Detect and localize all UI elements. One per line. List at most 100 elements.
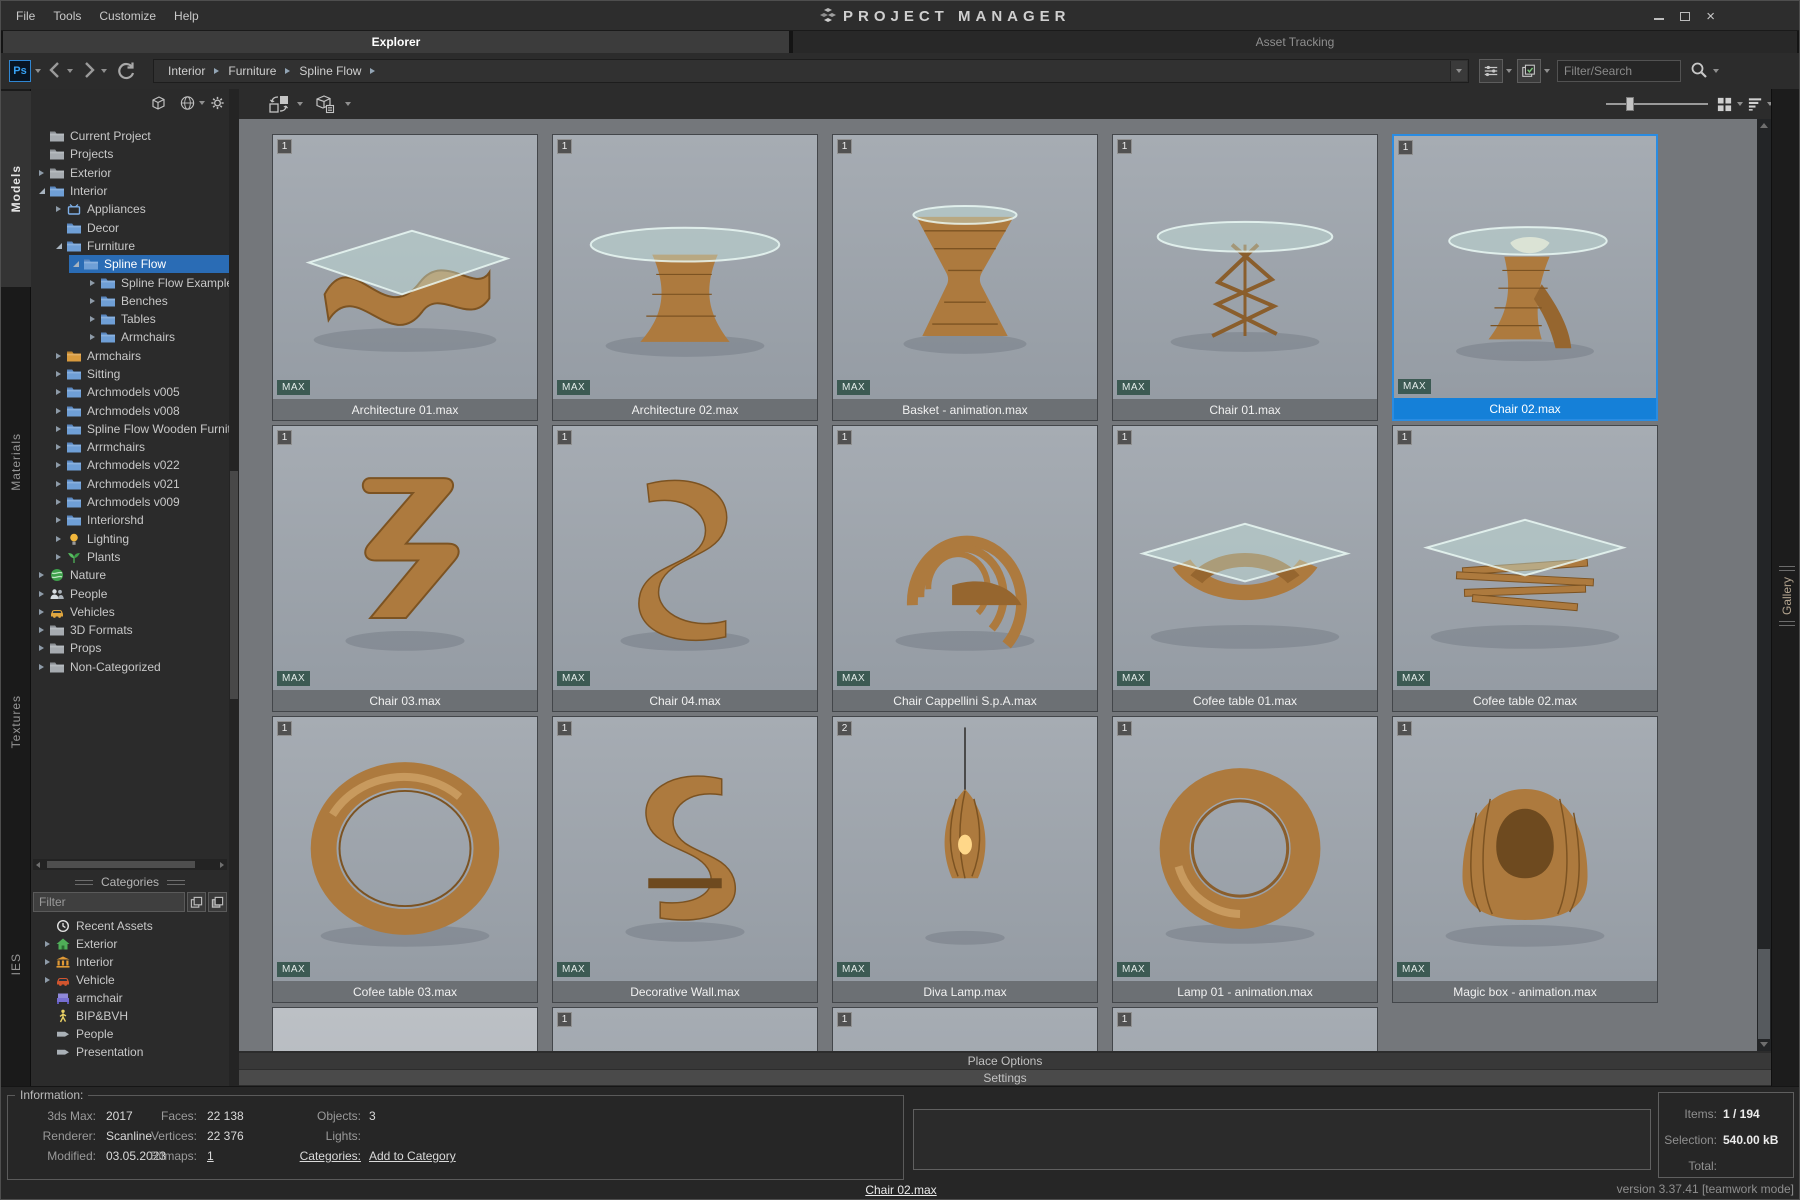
- tab-asset-tracking[interactable]: Asset Tracking: [793, 31, 1797, 53]
- breadcrumb-item[interactable]: Spline Flow: [293, 64, 367, 78]
- expand-arrow-icon[interactable]: [35, 645, 48, 651]
- back-button[interactable]: [47, 61, 63, 79]
- asset-card-chair-04-max[interactable]: 1MAXChair 04.max: [552, 425, 818, 712]
- expand-arrow-icon[interactable]: [35, 572, 48, 578]
- tree-item-3d-formats[interactable]: 3D Formats: [31, 621, 229, 639]
- sort-icon[interactable]: [1747, 96, 1764, 112]
- expand-arrow-icon[interactable]: [86, 298, 99, 304]
- grid-vertical-scrollbar[interactable]: [1757, 119, 1771, 1051]
- tab-gallery[interactable]: Gallery: [1772, 521, 1800, 671]
- add-to-category-link[interactable]: Add to Category: [369, 1149, 456, 1163]
- asset-card-decorative-wall-max[interactable]: 1MAXDecorative Wall.max: [552, 716, 818, 1003]
- asset-card[interactable]: 1: [832, 1007, 1098, 1051]
- merge-dropdown-icon[interactable]: [345, 102, 351, 106]
- asset-card-architecture-02-max[interactable]: 1MAXArchitecture 02.max: [552, 134, 818, 421]
- scroll-right-icon[interactable]: [220, 862, 224, 868]
- back-dropdown-icon[interactable]: [67, 69, 73, 73]
- categories-filter-input[interactable]: [33, 892, 185, 912]
- tree-item-furniture[interactable]: Furniture: [31, 237, 229, 255]
- category-item-people[interactable]: People: [31, 1025, 229, 1043]
- slider-thumb[interactable]: [1626, 97, 1634, 111]
- tree-item-props[interactable]: Props: [31, 639, 229, 657]
- ps-dropdown-icon[interactable]: [35, 69, 41, 73]
- forward-button[interactable]: [81, 61, 97, 79]
- tree-item-spline-flow-wooden-furniture[interactable]: Spline Flow Wooden Furniture: [31, 420, 229, 438]
- view-dropdown-icon[interactable]: [1737, 102, 1743, 106]
- expand-arrow-icon[interactable]: [41, 941, 54, 947]
- tree-item-appliances[interactable]: Appliances: [31, 200, 229, 218]
- expand-arrow-icon[interactable]: [35, 591, 48, 597]
- categories-header[interactable]: Categories: [31, 875, 229, 889]
- batch-select-button[interactable]: [1517, 59, 1541, 83]
- thumbnail-size-slider[interactable]: [1606, 103, 1708, 105]
- asset-card-magic-box-animation-max[interactable]: 1MAXMagic box - animation.max: [1392, 716, 1658, 1003]
- scrollbar-thumb[interactable]: [230, 471, 238, 699]
- expand-arrow-icon[interactable]: [35, 170, 48, 176]
- tree-item-lighting[interactable]: Lighting: [31, 530, 229, 548]
- gear-icon[interactable]: [209, 95, 226, 111]
- tree-item-archmodels-v021[interactable]: Archmodels v021: [31, 475, 229, 493]
- category-item-vehicle[interactable]: Vehicle: [31, 971, 229, 989]
- expand-arrow-icon[interactable]: [86, 280, 99, 286]
- merge-model-icon[interactable]: [313, 93, 337, 115]
- expand-arrow-icon[interactable]: [52, 243, 65, 249]
- tree-item-sitting[interactable]: Sitting: [31, 365, 229, 383]
- tree-item-decor[interactable]: Decor: [31, 218, 229, 236]
- expand-arrow-icon[interactable]: [52, 444, 65, 450]
- menu-tools[interactable]: Tools: [44, 5, 90, 27]
- category-item-exterior[interactable]: Exterior: [31, 935, 229, 953]
- expand-arrow-icon[interactable]: [41, 977, 54, 983]
- minimize-button[interactable]: [1654, 18, 1664, 20]
- grid-view-icon[interactable]: [1716, 96, 1733, 112]
- asset-card-cofee-table-03-max[interactable]: 1MAXCofee table 03.max: [272, 716, 538, 1003]
- breadcrumb-item[interactable]: Furniture: [222, 64, 282, 78]
- place-options-bar[interactable]: Place Options: [239, 1053, 1771, 1069]
- preview-cube-icon[interactable]: [149, 95, 167, 111]
- search-dropdown-icon[interactable]: [1713, 69, 1719, 73]
- expand-arrow-icon[interactable]: [69, 261, 82, 267]
- asset-card-architecture-01-max[interactable]: 1MAXArchitecture 01.max: [272, 134, 538, 421]
- expand-arrow-icon[interactable]: [52, 353, 65, 359]
- expand-arrow-icon[interactable]: [52, 371, 65, 377]
- asset-card-lamp-01-animation-max[interactable]: 1MAXLamp 01 - animation.max: [1112, 716, 1378, 1003]
- asset-card[interactable]: 1: [552, 1007, 818, 1051]
- expand-arrow-icon[interactable]: [52, 206, 65, 212]
- filter-options-button[interactable]: [1479, 59, 1503, 83]
- tree-item-plants[interactable]: Plants: [31, 548, 229, 566]
- breadcrumb-dropdown-button[interactable]: [1450, 61, 1467, 81]
- network-dropdown-icon[interactable]: [199, 101, 205, 105]
- maximize-button[interactable]: [1680, 12, 1690, 21]
- match-mode-alt-button[interactable]: [208, 892, 227, 912]
- tab-models[interactable]: Models: [1, 91, 31, 287]
- forward-dropdown-icon[interactable]: [101, 69, 107, 73]
- category-item-presentation[interactable]: Presentation: [31, 1043, 229, 1061]
- tree-item-benches[interactable]: Benches: [31, 292, 229, 310]
- tab-ies[interactable]: IES: [1, 934, 31, 994]
- tree-item-vehicles[interactable]: Vehicles: [31, 603, 229, 621]
- expand-arrow-icon[interactable]: [52, 426, 65, 432]
- tree-item-armchairs[interactable]: Armchairs: [31, 347, 229, 365]
- tree-item-interior[interactable]: Interior: [31, 182, 229, 200]
- expand-arrow-icon[interactable]: [86, 334, 99, 340]
- selected-file-link[interactable]: Chair 02.max: [865, 1183, 936, 1197]
- expand-arrow-icon[interactable]: [35, 664, 48, 670]
- tree-item-spline-flow[interactable]: Spline Flow: [31, 255, 229, 273]
- tree-item-non-categorized[interactable]: Non-Categorized: [31, 658, 229, 676]
- expand-arrow-icon[interactable]: [52, 389, 65, 395]
- info-label[interactable]: Categories:: [246, 1149, 361, 1163]
- tree-item-spline-flow-example-mode[interactable]: Spline Flow Example Mode: [31, 273, 229, 291]
- asset-card[interactable]: 1: [1112, 1007, 1378, 1051]
- asset-card-diva-lamp-max[interactable]: 2MAXDiva Lamp.max: [832, 716, 1098, 1003]
- scrollbar-thumb[interactable]: [47, 861, 195, 868]
- scroll-left-icon[interactable]: [36, 862, 40, 868]
- breadcrumb-item[interactable]: Interior: [162, 64, 211, 78]
- search-input[interactable]: [1557, 60, 1681, 82]
- tab-explorer[interactable]: Explorer: [3, 31, 789, 53]
- network-icon[interactable]: [179, 95, 196, 111]
- tree-item-current-project[interactable]: Current Project: [31, 127, 229, 145]
- menu-help[interactable]: Help: [165, 5, 208, 27]
- scroll-down-icon[interactable]: [1760, 1042, 1768, 1047]
- category-item-interior[interactable]: Interior: [31, 953, 229, 971]
- expand-arrow-icon[interactable]: [35, 609, 48, 615]
- expand-arrow-icon[interactable]: [52, 408, 65, 414]
